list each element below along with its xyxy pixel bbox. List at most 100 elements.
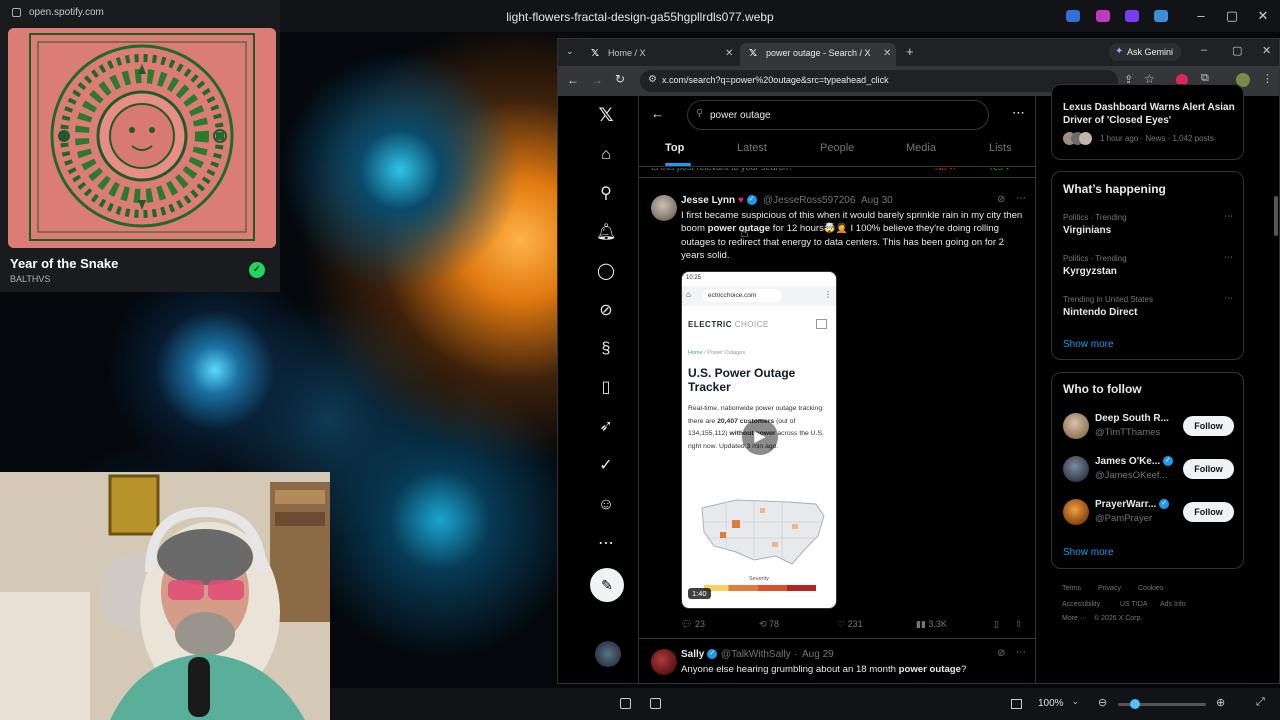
author-name[interactable]: Jesse Lynn ♥ ✓ <box>681 195 757 206</box>
like-button[interactable]: ♡ 231 <box>837 619 863 630</box>
tab-latest[interactable]: Latest <box>737 142 767 154</box>
more-dots-icon[interactable]: ⋯ <box>1224 293 1233 304</box>
compose-post-button[interactable]: ✎ <box>590 568 624 602</box>
account-name[interactable]: PrayerWarr... ✓ <box>1095 499 1170 510</box>
ask-gemini-button[interactable]: ✦ Ask Gemini <box>1109 43 1181 61</box>
footer-ads-link[interactable]: Ads Info <box>1160 601 1186 608</box>
text-icon[interactable] <box>650 698 661 709</box>
close-icon[interactable]: ✕ <box>1255 8 1271 24</box>
close-icon[interactable]: ✕ <box>725 43 733 64</box>
tray-app-icon[interactable] <box>1066 10 1080 22</box>
grok-icon[interactable]: ⊘ <box>997 194 1005 205</box>
play-icon[interactable]: ▶ <box>742 419 778 455</box>
more-dots-icon[interactable]: ⋯ <box>1224 252 1233 263</box>
back-arrow-icon[interactable]: ← <box>651 106 664 121</box>
minimize-icon[interactable]: – <box>1201 44 1207 56</box>
tab-lists[interactable]: Lists <box>989 142 1012 154</box>
zoom-in-icon[interactable]: ⊕ <box>1216 696 1225 709</box>
search-settings-dots-icon[interactable]: ⋯ <box>1012 105 1025 121</box>
avatar[interactable] <box>1063 499 1089 525</box>
grok-icon[interactable]: ⊘ <box>596 301 616 321</box>
more-dots-icon[interactable]: ⋯ <box>1224 211 1233 222</box>
close-icon[interactable]: ✕ <box>1262 44 1271 57</box>
bookmark-icon[interactable]: ▯ <box>994 619 999 630</box>
tab-top[interactable]: Top <box>665 142 684 154</box>
follow-button[interactable]: Follow <box>1183 459 1234 479</box>
avatar[interactable] <box>1063 413 1089 439</box>
more-dots-icon[interactable]: ⋯ <box>1016 647 1026 658</box>
messages-icon[interactable]: ◯ <box>596 262 616 282</box>
track-artist[interactable]: BALTHVS <box>10 274 50 284</box>
zoom-dropdown-icon[interactable]: ⌄ <box>1072 697 1079 706</box>
author-name[interactable]: Sally ✓ <box>681 649 718 660</box>
repost-button[interactable]: ⟲ 78 <box>759 619 779 630</box>
profile-icon[interactable]: ☺ <box>596 495 616 515</box>
saved-check-icon[interactable]: ✓ <box>249 262 265 278</box>
follow-button[interactable]: Follow <box>1183 416 1234 436</box>
premium-icon[interactable]: § <box>596 339 616 359</box>
tab-media[interactable]: Media <box>906 142 936 154</box>
show-more-link[interactable]: Show more <box>1063 547 1114 558</box>
follow-button[interactable]: Follow <box>1183 502 1234 522</box>
account-avatar[interactable] <box>595 641 621 667</box>
footer-accessibility-link[interactable]: Accessibility <box>1062 601 1100 608</box>
fit-icon[interactable] <box>1011 699 1022 709</box>
tray-app-icon[interactable] <box>1125 10 1139 22</box>
views-button[interactable]: ▮▮ 3.3K <box>916 619 947 630</box>
bookmarks-icon[interactable]: ▯ <box>596 378 616 398</box>
video-media[interactable]: 10:25 ⌂ ectricchoice.com ⋮ ELECTRIC CHOI… <box>681 271 837 609</box>
footer-cookies-link[interactable]: Cookies <box>1138 585 1163 592</box>
zoom-slider-handle[interactable] <box>1130 699 1140 709</box>
back-icon[interactable]: ← <box>567 73 579 87</box>
grok-icon[interactable]: ⊘ <box>997 648 1005 659</box>
trend-item[interactable]: Kyrgyzstan <box>1063 266 1117 277</box>
footer-more-link[interactable]: More ··· <box>1062 615 1087 622</box>
relevance-no-button[interactable]: No ✕ <box>935 168 957 173</box>
avatar[interactable] <box>651 649 677 675</box>
reload-icon[interactable]: ↻ <box>615 72 625 86</box>
tab-home[interactable]: 𝕏 Home / X ✕ <box>582 43 738 66</box>
tab-search-icon[interactable]: ⌄ <box>566 46 574 57</box>
reply-button[interactable]: 💬︎ 23 <box>681 619 705 630</box>
home-icon[interactable]: ⌂ <box>596 145 616 165</box>
news-card[interactable]: Lexus Dashboard Warns Alert Asian Driver… <box>1051 84 1244 160</box>
jobs-rocket-icon[interactable]: ➶ <box>596 417 616 437</box>
menu-dots-icon[interactable]: ⋮ <box>1262 72 1273 85</box>
author-handle[interactable]: @TalkWithSally <box>721 649 791 660</box>
post-date[interactable]: Aug 30 <box>861 195 893 206</box>
tab-people[interactable]: People <box>820 142 854 154</box>
expand-icon[interactable]: ⤢ <box>1256 696 1265 709</box>
zoom-level[interactable]: 100% <box>1038 698 1064 709</box>
post-date[interactable]: Aug 29 <box>802 649 834 660</box>
search-input[interactable]: ⚲ power outage <box>687 100 989 130</box>
account-name[interactable]: Deep South R... <box>1095 413 1169 424</box>
footer-privacy-link[interactable]: Privacy <box>1098 585 1121 592</box>
minimize-icon[interactable]: – <box>1193 8 1209 23</box>
avatar[interactable] <box>1063 456 1089 482</box>
show-more-link[interactable]: Show more <box>1063 339 1114 350</box>
notifications-bell-icon[interactable]: 🔔︎ <box>596 223 616 243</box>
verified-orgs-icon[interactable]: ✓ <box>596 456 616 476</box>
account-name[interactable]: James O'Ke... ✓ <box>1095 456 1173 467</box>
track-title[interactable]: Year of the Snake <box>10 256 118 271</box>
album-art[interactable] <box>8 28 276 248</box>
forward-icon[interactable]: → <box>591 73 603 87</box>
x-logo-icon[interactable]: 𝕏 <box>596 106 616 126</box>
trend-item[interactable]: Nintendo Direct <box>1063 307 1137 318</box>
zoom-out-icon[interactable]: ⊖ <box>1098 696 1107 709</box>
share-icon[interactable]: ⇧ <box>1015 619 1023 630</box>
close-icon[interactable]: ✕ <box>883 43 891 64</box>
crop-icon[interactable] <box>620 698 631 709</box>
explore-search-icon[interactable]: ⚲ <box>596 184 616 204</box>
author-handle[interactable]: @JesseRoss597206 <box>763 195 855 206</box>
tray-app-icon[interactable] <box>1154 10 1168 22</box>
relevance-yes-button[interactable]: Yes ✓ <box>988 168 1013 173</box>
more-dots-icon[interactable]: ⋯ <box>1016 193 1026 204</box>
site-info-icon[interactable]: ⚙ <box>648 74 657 85</box>
footer-ustida-link[interactable]: US TIDA <box>1120 601 1148 608</box>
trend-item[interactable]: Virginians <box>1063 225 1111 236</box>
tab-search[interactable]: 𝕏 power outage - Search / X ✕ <box>740 43 896 66</box>
maximize-icon[interactable]: ▢ <box>1224 8 1240 24</box>
avatar[interactable] <box>651 195 677 221</box>
new-tab-icon[interactable]: + <box>906 44 914 59</box>
